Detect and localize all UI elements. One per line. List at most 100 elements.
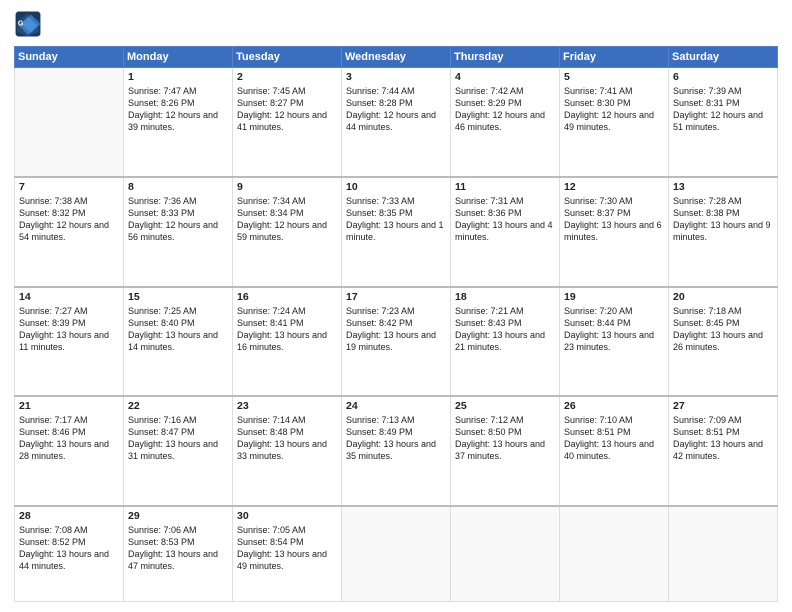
calendar-cell: 11 Sunrise: 7:31 AM Sunset: 8:36 PM Dayli… [451, 177, 560, 287]
calendar-week-row: 28 Sunrise: 7:08 AM Sunset: 8:52 PM Dayli… [15, 506, 778, 602]
day-number: 12 [564, 181, 664, 193]
calendar-cell: 6Sunrise: 7:39 AM Sunset: 8:31 PM Daylig… [669, 68, 778, 178]
day-number: 9 [237, 181, 337, 193]
day-info: Sunrise: 7:08 AM Sunset: 8:52 PM Dayligh… [19, 524, 119, 573]
day-number: 7 [19, 181, 119, 193]
calendar-cell: 16 Sunrise: 7:24 AM Sunset: 8:41 PM Dayli… [233, 287, 342, 397]
day-info: Sunrise: 7:20 AM Sunset: 8:44 PM Dayligh… [564, 305, 664, 354]
day-info: Sunrise: 7:33 AM Sunset: 8:35 PM Dayligh… [346, 195, 446, 244]
day-info: Sunrise: 7:17 AM Sunset: 8:46 PM Dayligh… [19, 414, 119, 463]
calendar-cell: 28 Sunrise: 7:08 AM Sunset: 8:52 PM Dayli… [15, 506, 124, 602]
logo: G [14, 10, 46, 38]
day-number: 6 [673, 71, 773, 83]
calendar-cell [451, 506, 560, 602]
calendar-cell: 21 Sunrise: 7:17 AM Sunset: 8:46 PM Dayli… [15, 396, 124, 506]
calendar-cell: 8 Sunrise: 7:36 AM Sunset: 8:33 PM Daylig… [124, 177, 233, 287]
day-number: 20 [673, 291, 773, 303]
calendar-cell: 20 Sunrise: 7:18 AM Sunset: 8:45 PM Dayli… [669, 287, 778, 397]
day-info: Sunrise: 7:13 AM Sunset: 8:49 PM Dayligh… [346, 414, 446, 463]
weekday-header: Friday [560, 47, 669, 68]
day-info: Sunrise: 7:12 AM Sunset: 8:50 PM Dayligh… [455, 414, 555, 463]
day-number: 24 [346, 400, 446, 412]
calendar-week-row: 1Sunrise: 7:47 AM Sunset: 8:26 PM Daylig… [15, 68, 778, 178]
day-info: Sunrise: 7:18 AM Sunset: 8:45 PM Dayligh… [673, 305, 773, 354]
day-number: 13 [673, 181, 773, 193]
day-number: 2 [237, 71, 337, 83]
calendar-cell [15, 68, 124, 178]
day-number: 22 [128, 400, 228, 412]
weekday-header: Sunday [15, 47, 124, 68]
weekday-header: Saturday [669, 47, 778, 68]
calendar-week-row: 14 Sunrise: 7:27 AM Sunset: 8:39 PM Dayli… [15, 287, 778, 397]
calendar-cell: 22 Sunrise: 7:16 AM Sunset: 8:47 PM Dayli… [124, 396, 233, 506]
day-info: Sunrise: 7:30 AM Sunset: 8:37 PM Dayligh… [564, 195, 664, 244]
day-number: 26 [564, 400, 664, 412]
logo-icon: G [14, 10, 42, 38]
day-info: Sunrise: 7:10 AM Sunset: 8:51 PM Dayligh… [564, 414, 664, 463]
page: G SundayMondayTuesdayWednesdayThursdayFr… [0, 0, 792, 612]
calendar-cell: 30 Sunrise: 7:05 AM Sunset: 8:54 PM Dayli… [233, 506, 342, 602]
calendar-cell: 17 Sunrise: 7:23 AM Sunset: 8:42 PM Dayli… [342, 287, 451, 397]
day-number: 10 [346, 181, 446, 193]
calendar-cell: 9 Sunrise: 7:34 AM Sunset: 8:34 PM Daylig… [233, 177, 342, 287]
calendar-cell: 27 Sunrise: 7:09 AM Sunset: 8:51 PM Dayli… [669, 396, 778, 506]
day-info: Sunrise: 7:36 AM Sunset: 8:33 PM Dayligh… [128, 195, 228, 244]
day-number: 29 [128, 510, 228, 522]
day-number: 11 [455, 181, 555, 193]
day-info: Sunrise: 7:21 AM Sunset: 8:43 PM Dayligh… [455, 305, 555, 354]
day-number: 30 [237, 510, 337, 522]
day-info: Sunrise: 7:47 AM Sunset: 8:26 PM Dayligh… [128, 85, 228, 134]
day-info: Sunrise: 7:14 AM Sunset: 8:48 PM Dayligh… [237, 414, 337, 463]
calendar-cell [342, 506, 451, 602]
day-info: Sunrise: 7:44 AM Sunset: 8:28 PM Dayligh… [346, 85, 446, 134]
calendar-table: SundayMondayTuesdayWednesdayThursdayFrid… [14, 46, 778, 602]
calendar-cell: 29 Sunrise: 7:06 AM Sunset: 8:53 PM Dayli… [124, 506, 233, 602]
header-row: SundayMondayTuesdayWednesdayThursdayFrid… [15, 47, 778, 68]
day-info: Sunrise: 7:27 AM Sunset: 8:39 PM Dayligh… [19, 305, 119, 354]
calendar-cell: 10 Sunrise: 7:33 AM Sunset: 8:35 PM Dayli… [342, 177, 451, 287]
day-info: Sunrise: 7:31 AM Sunset: 8:36 PM Dayligh… [455, 195, 555, 244]
day-info: Sunrise: 7:16 AM Sunset: 8:47 PM Dayligh… [128, 414, 228, 463]
day-number: 3 [346, 71, 446, 83]
weekday-header: Tuesday [233, 47, 342, 68]
day-info: Sunrise: 7:34 AM Sunset: 8:34 PM Dayligh… [237, 195, 337, 244]
calendar-cell: 14 Sunrise: 7:27 AM Sunset: 8:39 PM Dayli… [15, 287, 124, 397]
day-info: Sunrise: 7:05 AM Sunset: 8:54 PM Dayligh… [237, 524, 337, 573]
calendar-cell: 3 Sunrise: 7:44 AM Sunset: 8:28 PM Daylig… [342, 68, 451, 178]
day-number: 25 [455, 400, 555, 412]
day-number: 19 [564, 291, 664, 303]
day-info: Sunrise: 7:28 AM Sunset: 8:38 PM Dayligh… [673, 195, 773, 244]
calendar-week-row: 7 Sunrise: 7:38 AM Sunset: 8:32 PM Daylig… [15, 177, 778, 287]
day-number: 15 [128, 291, 228, 303]
day-number: 21 [19, 400, 119, 412]
day-number: 4 [455, 71, 555, 83]
calendar-cell: 23Sunrise: 7:14 AM Sunset: 8:48 PM Dayli… [233, 396, 342, 506]
calendar-cell: 15 Sunrise: 7:25 AM Sunset: 8:40 PM Dayli… [124, 287, 233, 397]
calendar-cell [560, 506, 669, 602]
calendar-cell [669, 506, 778, 602]
svg-text:G: G [18, 21, 24, 28]
calendar-cell: 12 Sunrise: 7:30 AM Sunset: 8:37 PM Dayli… [560, 177, 669, 287]
day-info: Sunrise: 7:45 AM Sunset: 8:27 PM Dayligh… [237, 85, 337, 134]
calendar-cell: 1Sunrise: 7:47 AM Sunset: 8:26 PM Daylig… [124, 68, 233, 178]
day-info: Sunrise: 7:25 AM Sunset: 8:40 PM Dayligh… [128, 305, 228, 354]
calendar-cell: 19 Sunrise: 7:20 AM Sunset: 8:44 PM Dayli… [560, 287, 669, 397]
day-number: 17 [346, 291, 446, 303]
day-info: Sunrise: 7:38 AM Sunset: 8:32 PM Dayligh… [19, 195, 119, 244]
calendar-cell: 5Sunrise: 7:41 AM Sunset: 8:30 PM Daylig… [560, 68, 669, 178]
day-info: Sunrise: 7:23 AM Sunset: 8:42 PM Dayligh… [346, 305, 446, 354]
calendar-cell: 4Sunrise: 7:42 AM Sunset: 8:29 PM Daylig… [451, 68, 560, 178]
day-number: 27 [673, 400, 773, 412]
day-number: 28 [19, 510, 119, 522]
day-number: 14 [19, 291, 119, 303]
day-number: 16 [237, 291, 337, 303]
header: G [14, 10, 778, 38]
day-number: 8 [128, 181, 228, 193]
calendar-cell: 24 Sunrise: 7:13 AM Sunset: 8:49 PM Dayli… [342, 396, 451, 506]
day-info: Sunrise: 7:09 AM Sunset: 8:51 PM Dayligh… [673, 414, 773, 463]
calendar-cell: 26 Sunrise: 7:10 AM Sunset: 8:51 PM Dayli… [560, 396, 669, 506]
weekday-header: Wednesday [342, 47, 451, 68]
day-info: Sunrise: 7:24 AM Sunset: 8:41 PM Dayligh… [237, 305, 337, 354]
day-info: Sunrise: 7:06 AM Sunset: 8:53 PM Dayligh… [128, 524, 228, 573]
calendar-week-row: 21 Sunrise: 7:17 AM Sunset: 8:46 PM Dayli… [15, 396, 778, 506]
